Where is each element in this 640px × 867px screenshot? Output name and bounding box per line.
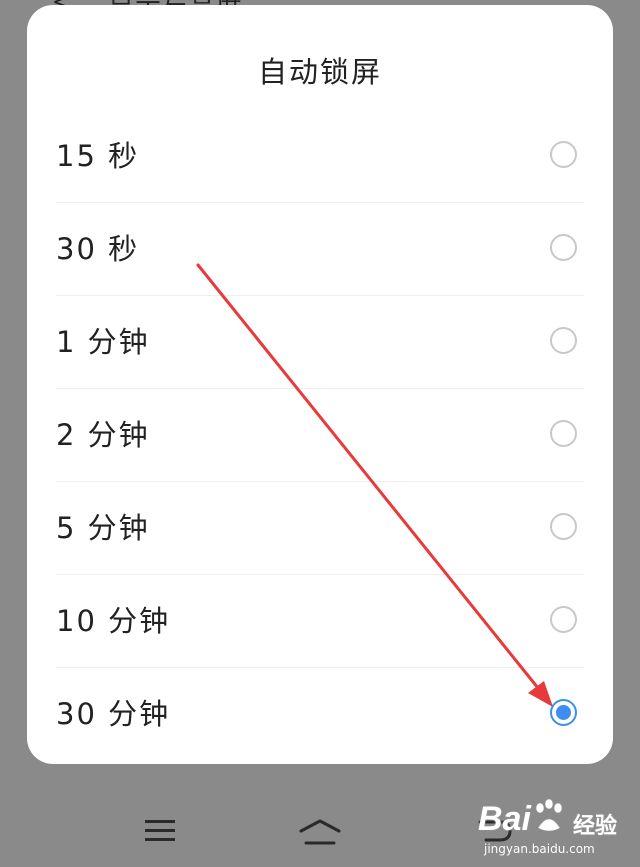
watermark-logo-text: Bai bbox=[478, 800, 531, 838]
option-15-seconds[interactable]: 15 秒 bbox=[27, 110, 613, 203]
baidu-jingyan-watermark: Bai 经验 jingyan.baidu.com bbox=[478, 798, 628, 858]
option-1-minute[interactable]: 1 分钟 bbox=[27, 296, 613, 389]
home-icon[interactable] bbox=[298, 818, 342, 846]
paw-icon bbox=[535, 798, 563, 832]
option-2-minutes[interactable]: 2 分钟 bbox=[27, 389, 613, 482]
option-label: 1 分钟 bbox=[56, 325, 150, 359]
watermark-jingyan-text: 经验 bbox=[573, 814, 618, 839]
option-5-minutes[interactable]: 5 分钟 bbox=[27, 482, 613, 575]
auto-lock-dialog: 自动锁屏 15 秒 30 秒 1 分钟 2 分钟 5 分钟 10 分钟 30 分… bbox=[27, 5, 613, 764]
menu-icon[interactable] bbox=[145, 820, 175, 842]
radio-button[interactable] bbox=[550, 327, 577, 354]
option-label: 15 秒 bbox=[56, 139, 140, 173]
radio-button[interactable] bbox=[550, 141, 577, 168]
watermark-url: jingyan.baidu.com bbox=[484, 842, 595, 856]
option-label: 10 分钟 bbox=[56, 604, 171, 638]
radio-button[interactable] bbox=[550, 234, 577, 261]
option-30-minutes[interactable]: 30 分钟 bbox=[27, 668, 613, 761]
option-10-minutes[interactable]: 10 分钟 bbox=[27, 575, 613, 668]
option-label: 5 分钟 bbox=[56, 511, 150, 545]
option-label: 30 分钟 bbox=[56, 697, 171, 731]
radio-button[interactable] bbox=[550, 513, 577, 540]
option-label: 2 分钟 bbox=[56, 418, 150, 452]
dialog-title: 自动锁屏 bbox=[257, 55, 382, 89]
radio-button-selected[interactable] bbox=[550, 699, 577, 726]
option-label: 30 秒 bbox=[56, 232, 140, 266]
radio-button[interactable] bbox=[550, 606, 577, 633]
radio-button[interactable] bbox=[550, 420, 577, 447]
option-30-seconds[interactable]: 30 秒 bbox=[27, 203, 613, 296]
